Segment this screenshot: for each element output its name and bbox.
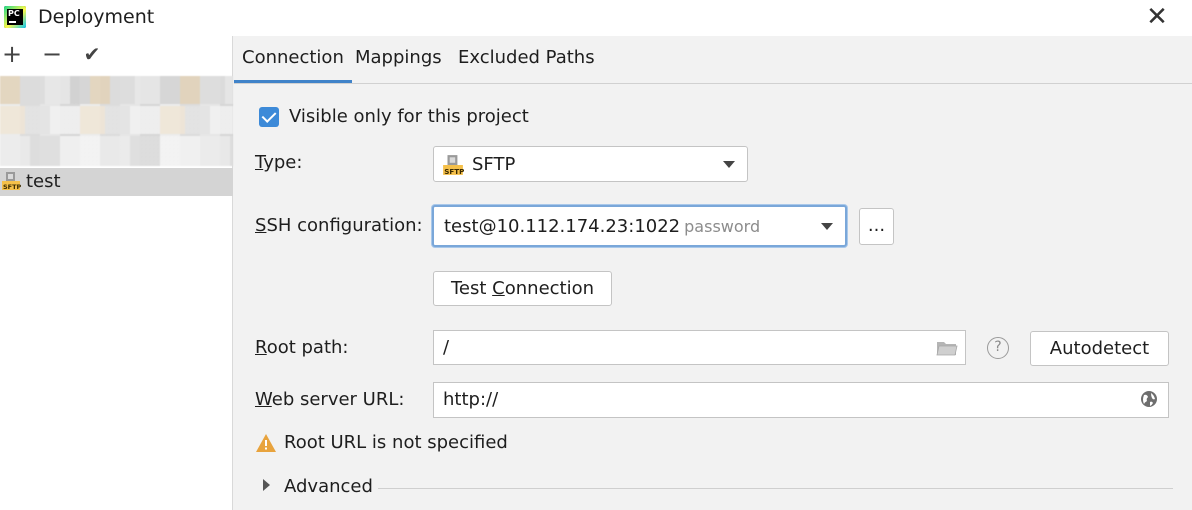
tab-excluded-paths[interactable]: Excluded Paths [450,47,603,83]
root-path-input[interactable]: / [433,330,966,365]
blurred-server-entries [0,76,233,166]
ssh-browse-button[interactable]: ... [859,208,894,245]
server-list-pane: + − ✔ SFTP test [0,36,233,510]
type-value: SFTP [472,154,516,175]
server-list-item-test[interactable]: SFTP test [0,168,233,196]
tab-bar: Connection Mappings Excluded Paths [234,36,1192,84]
warning-icon [256,434,276,452]
help-icon[interactable]: ? [987,337,1009,359]
visible-only-checkbox[interactable] [259,107,279,127]
window-title: Deployment [38,6,155,28]
apply-checkmark-icon[interactable]: ✔ [80,42,104,66]
ssh-configuration-value: test@10.112.174.23:1022 [444,216,681,237]
root-path-label: Root path: [255,337,349,358]
test-connection-button[interactable]: Test Connection [433,271,612,306]
pycharm-app-icon: PC [4,6,26,28]
tab-mappings[interactable]: Mappings [347,47,450,83]
globe-icon[interactable] [1140,390,1158,408]
svg-text:SFTP: SFTP [3,183,21,191]
tab-divider [234,83,1192,84]
ssh-configuration-dropdown[interactable]: test@10.112.174.23:1022 password [432,205,847,247]
root-url-warning: Root URL is not specified [284,432,508,453]
sftp-icon: SFTP [443,155,464,176]
type-dropdown[interactable]: SFTP SFTP [433,146,748,182]
add-server-icon[interactable]: + [0,42,24,66]
title-bar: PC Deployment ✕ [0,0,1192,36]
ssh-auth-hint: password [684,217,761,236]
advanced-separator [378,488,1173,489]
type-label: Type: [255,152,303,173]
visible-only-label: Visible only for this project [289,106,529,127]
folder-icon[interactable] [936,340,958,356]
close-icon[interactable]: ✕ [1144,4,1170,30]
sftp-icon: SFTP [2,172,21,191]
ssh-configuration-label: SSH configuration: [255,215,423,236]
remove-server-icon[interactable]: − [40,42,64,66]
chevron-down-icon [821,223,833,230]
server-name: test [26,171,61,192]
expand-arrow-icon[interactable] [263,479,270,491]
web-server-url-label: Web server URL: [255,389,405,410]
chevron-down-icon [723,161,735,168]
web-server-url-input[interactable]: http:// [433,382,1169,418]
svg-text:SFTP: SFTP [444,167,464,176]
tab-connection[interactable]: Connection [234,47,352,83]
advanced-section-toggle[interactable]: Advanced [284,476,373,497]
autodetect-button[interactable]: Autodetect [1030,331,1169,366]
